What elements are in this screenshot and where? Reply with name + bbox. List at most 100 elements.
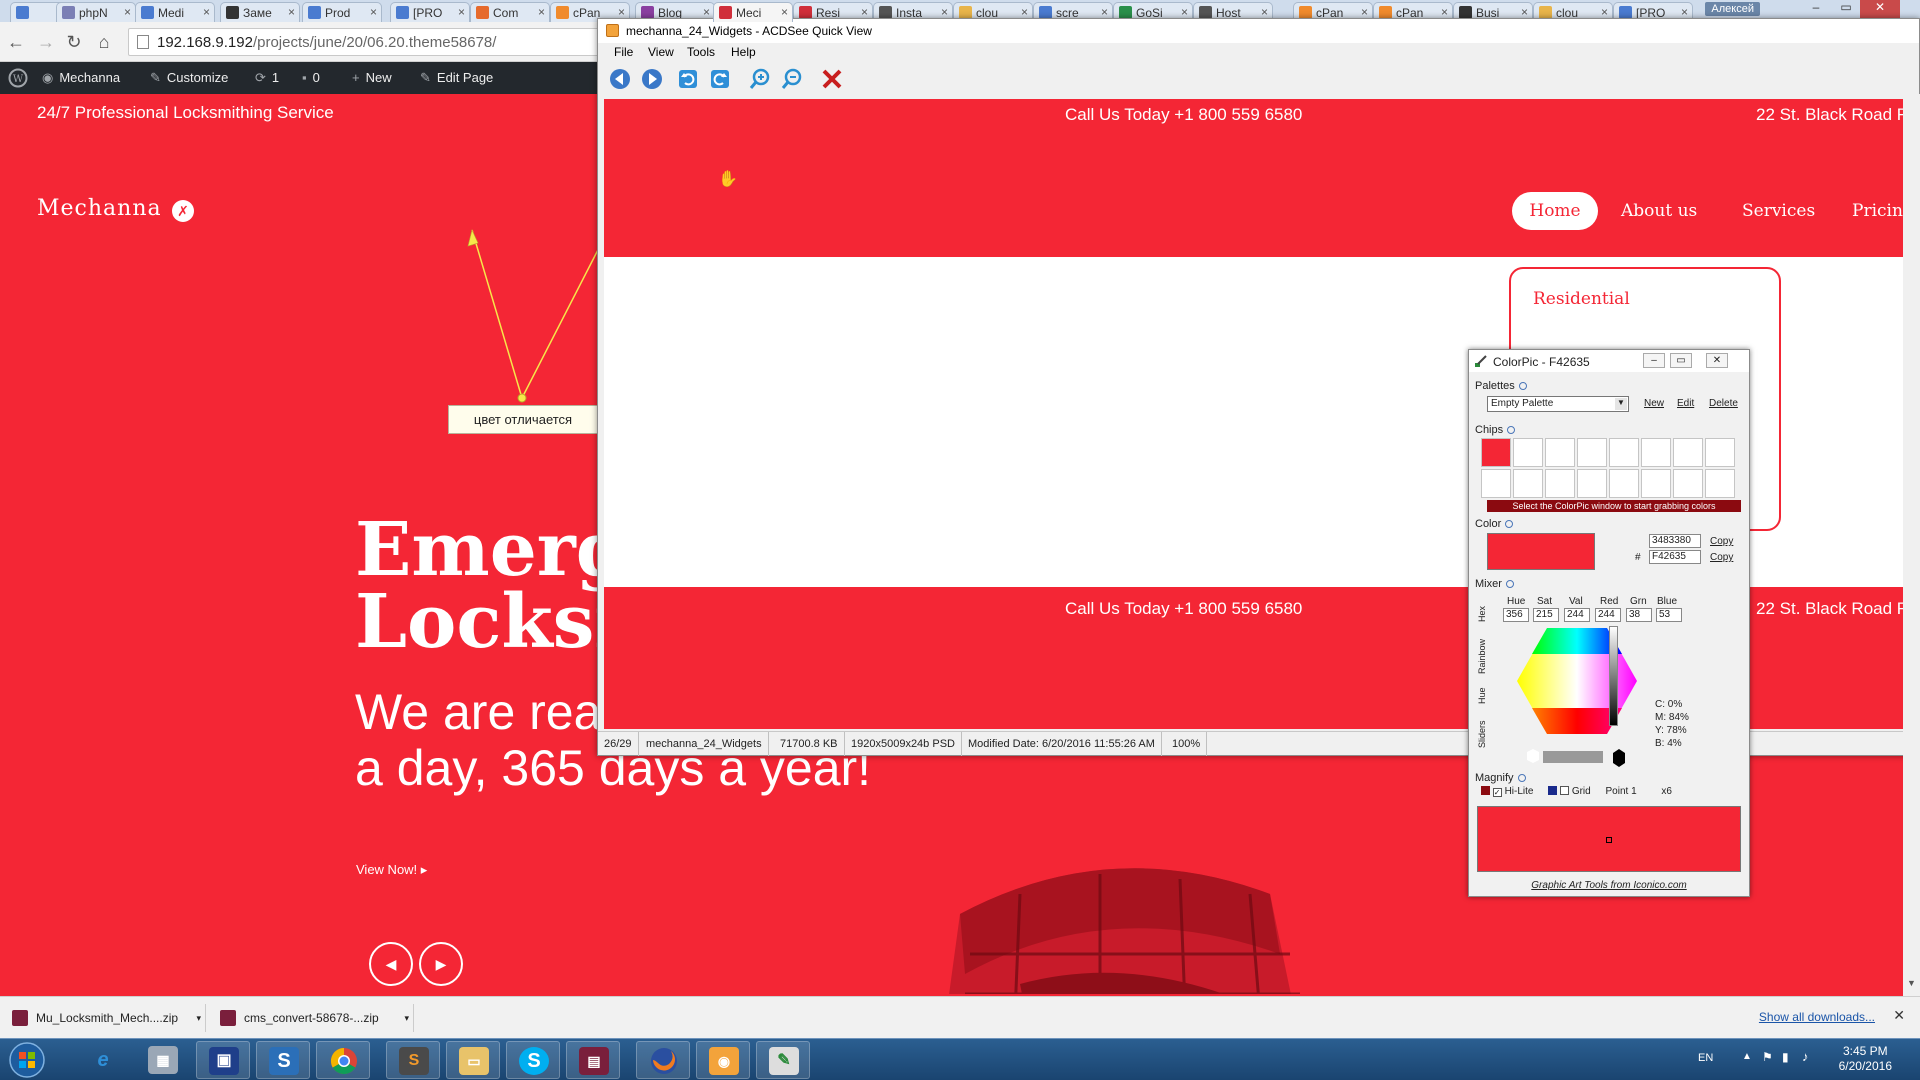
color-chip[interactable]	[1673, 438, 1703, 467]
colorpic-restore-button[interactable]: ▭	[1670, 353, 1692, 368]
page-scrollbar[interactable]: ▼	[1903, 94, 1920, 996]
browser-user-badge[interactable]: Алексей	[1705, 2, 1760, 16]
site-logo[interactable]: Mechanna	[37, 196, 162, 221]
color-chip[interactable]	[1545, 469, 1575, 498]
browser-tab[interactable]: [PRO ×	[390, 2, 470, 22]
chrome-icon[interactable]	[316, 1041, 370, 1079]
iconico-link[interactable]: Graphic Art Tools from Iconico.com	[1469, 880, 1749, 891]
palette-select[interactable]: Empty Palette ▼	[1487, 396, 1629, 412]
mixer-grn-field[interactable]: 38	[1626, 608, 1652, 622]
internet-explorer-icon[interactable]: e	[76, 1041, 130, 1079]
palette-new-button[interactable]: New	[1644, 398, 1664, 409]
back-arrow-icon[interactable]: ←	[4, 30, 28, 54]
color-chip[interactable]	[1513, 438, 1543, 467]
color-chip[interactable]	[1481, 438, 1511, 467]
minimize-button[interactable]: –	[1802, 0, 1830, 18]
copy-decimal-button[interactable]: Copy	[1710, 536, 1733, 547]
browser-tab[interactable]: Medi ×	[135, 2, 215, 22]
color-chip[interactable]	[1577, 469, 1607, 498]
clock[interactable]: 3:45 PM 6/20/2016	[1839, 1044, 1892, 1074]
mixer-tab-rainbow[interactable]: Rainbow	[1477, 639, 1487, 674]
action-center-flag-icon[interactable]: ⚑	[1762, 1050, 1773, 1064]
forward-arrow-icon[interactable]: →	[34, 30, 58, 54]
close-icon[interactable]: ✕	[1893, 1007, 1905, 1024]
info-icon[interactable]	[1505, 520, 1514, 528]
mixer-red-field[interactable]: 244	[1595, 608, 1621, 622]
info-icon[interactable]	[1518, 382, 1527, 390]
language-indicator[interactable]: EN	[1698, 1052, 1713, 1064]
color-decimal-field[interactable]: 3483380	[1649, 534, 1701, 548]
browser-tab[interactable]: Prod ×	[302, 2, 382, 22]
chevron-down-icon[interactable]: ▾	[404, 1004, 409, 1032]
tab-close-icon[interactable]: ×	[1181, 5, 1188, 19]
grid-checkbox[interactable]	[1560, 786, 1570, 795]
reload-icon[interactable]: ↻	[62, 30, 86, 54]
zoom-out-icon[interactable]	[780, 67, 804, 91]
color-chip[interactable]	[1641, 469, 1671, 498]
windows-start-button[interactable]	[4, 1040, 50, 1080]
tab-close-icon[interactable]: ×	[124, 5, 131, 19]
mixer-sat-field[interactable]: 215	[1533, 608, 1559, 622]
colorpic-minimize-button[interactable]: –	[1643, 353, 1665, 368]
tab-close-icon[interactable]: ×	[370, 5, 377, 19]
tab-close-icon[interactable]: ×	[1261, 5, 1268, 19]
tab-close-icon[interactable]: ×	[1441, 5, 1448, 19]
color-chip[interactable]	[1705, 438, 1735, 467]
tab-close-icon[interactable]: ×	[1681, 5, 1688, 19]
tab-close-icon[interactable]: ×	[703, 5, 710, 19]
info-icon[interactable]	[1517, 774, 1526, 782]
acdsee-taskbar-icon[interactable]: ◉	[696, 1041, 750, 1079]
scroll-down-arrow-icon[interactable]: ▼	[1907, 978, 1916, 988]
acdsee-titlebar[interactable]: mechanna_24_Widgets - ACDSee Quick View	[598, 19, 1919, 43]
chevron-down-icon[interactable]: ▾	[196, 1004, 201, 1032]
menu-file[interactable]: File	[614, 45, 633, 59]
tab-close-icon[interactable]: ×	[288, 5, 295, 19]
info-icon[interactable]	[1507, 426, 1516, 434]
tab-close-icon[interactable]: ×	[618, 5, 625, 19]
wp-site-name[interactable]: ◉ Mechanna	[42, 62, 120, 94]
firefox-icon[interactable]	[636, 1041, 690, 1079]
save-floppy-icon[interactable]: ▣	[196, 1041, 250, 1079]
rotate-right-icon[interactable]	[708, 67, 732, 91]
show-all-downloads-link[interactable]: Show all downloads...	[1759, 1010, 1875, 1024]
mixer-val-field[interactable]: 244	[1564, 608, 1590, 622]
tab-close-icon[interactable]: ×	[861, 5, 868, 19]
zoom-factor-label[interactable]: x6	[1661, 786, 1672, 797]
color-chip[interactable]	[1705, 469, 1735, 498]
file-explorer-icon[interactable]: ▭	[446, 1041, 500, 1079]
hilite-color-swatch[interactable]	[1481, 786, 1490, 795]
wp-customize[interactable]: ✎ Customize	[150, 62, 228, 94]
tab-close-icon[interactable]: ×	[1361, 5, 1368, 19]
sublime-text-icon[interactable]: S	[386, 1041, 440, 1079]
palette-edit-button[interactable]: Edit	[1677, 398, 1694, 409]
grid-color-swatch[interactable]	[1548, 786, 1558, 795]
mixer-tab-hex[interactable]: Hex	[1477, 606, 1487, 622]
tab-close-icon[interactable]: ×	[1601, 5, 1608, 19]
colorpic-taskbar-icon[interactable]: ✎	[756, 1041, 810, 1079]
tab-close-icon[interactable]: ×	[941, 5, 948, 19]
close-image-icon[interactable]	[820, 67, 844, 91]
color-chip[interactable]	[1545, 438, 1575, 467]
skype-icon[interactable]: S	[506, 1041, 560, 1079]
tab-close-icon[interactable]: ×	[1101, 5, 1108, 19]
download-item[interactable]: cms_convert-58678-...zip ▾	[214, 1004, 414, 1032]
show-hidden-icons-icon[interactable]: ▲	[1742, 1051, 1752, 1062]
close-button[interactable]: ✕	[1860, 0, 1900, 18]
mixer-tab-sliders[interactable]: Sliders	[1477, 720, 1487, 748]
maximize-button[interactable]: ▭	[1832, 0, 1860, 18]
skype-s-icon[interactable]: S	[256, 1041, 310, 1079]
next-image-icon[interactable]	[640, 67, 664, 91]
browser-tab[interactable]: Meci ×	[713, 2, 793, 22]
slider-prev-button[interactable]: ◀	[369, 942, 413, 986]
color-chip[interactable]	[1577, 438, 1607, 467]
menu-help[interactable]: Help	[731, 45, 756, 59]
mixer-blue-field[interactable]: 53	[1656, 608, 1682, 622]
color-chip[interactable]	[1609, 469, 1639, 498]
wp-edit-page[interactable]: ✎ Edit Page	[420, 62, 493, 94]
wp-updates[interactable]: ⟳ 1	[255, 62, 279, 94]
mixer-hue-field[interactable]: 356	[1503, 608, 1529, 622]
colorpic-close-button[interactable]: ✕	[1706, 353, 1728, 368]
color-chip[interactable]	[1513, 469, 1543, 498]
browser-tab[interactable]: Com ×	[470, 2, 550, 22]
color-hex-field[interactable]: F42635	[1649, 550, 1701, 564]
